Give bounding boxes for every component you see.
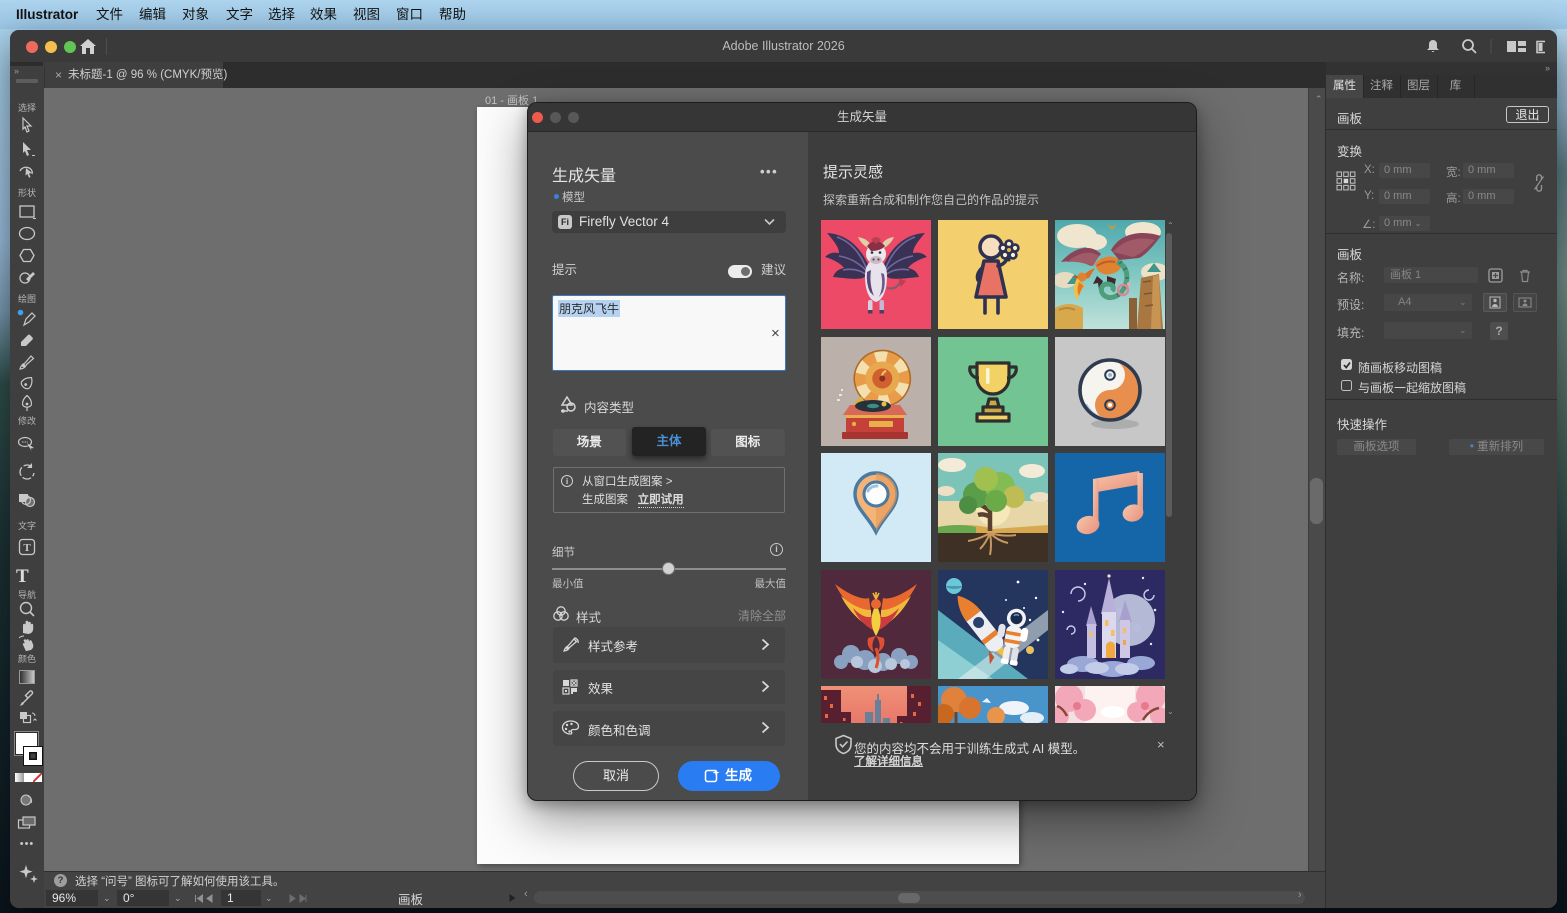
svg-text:T: T [23, 542, 31, 554]
